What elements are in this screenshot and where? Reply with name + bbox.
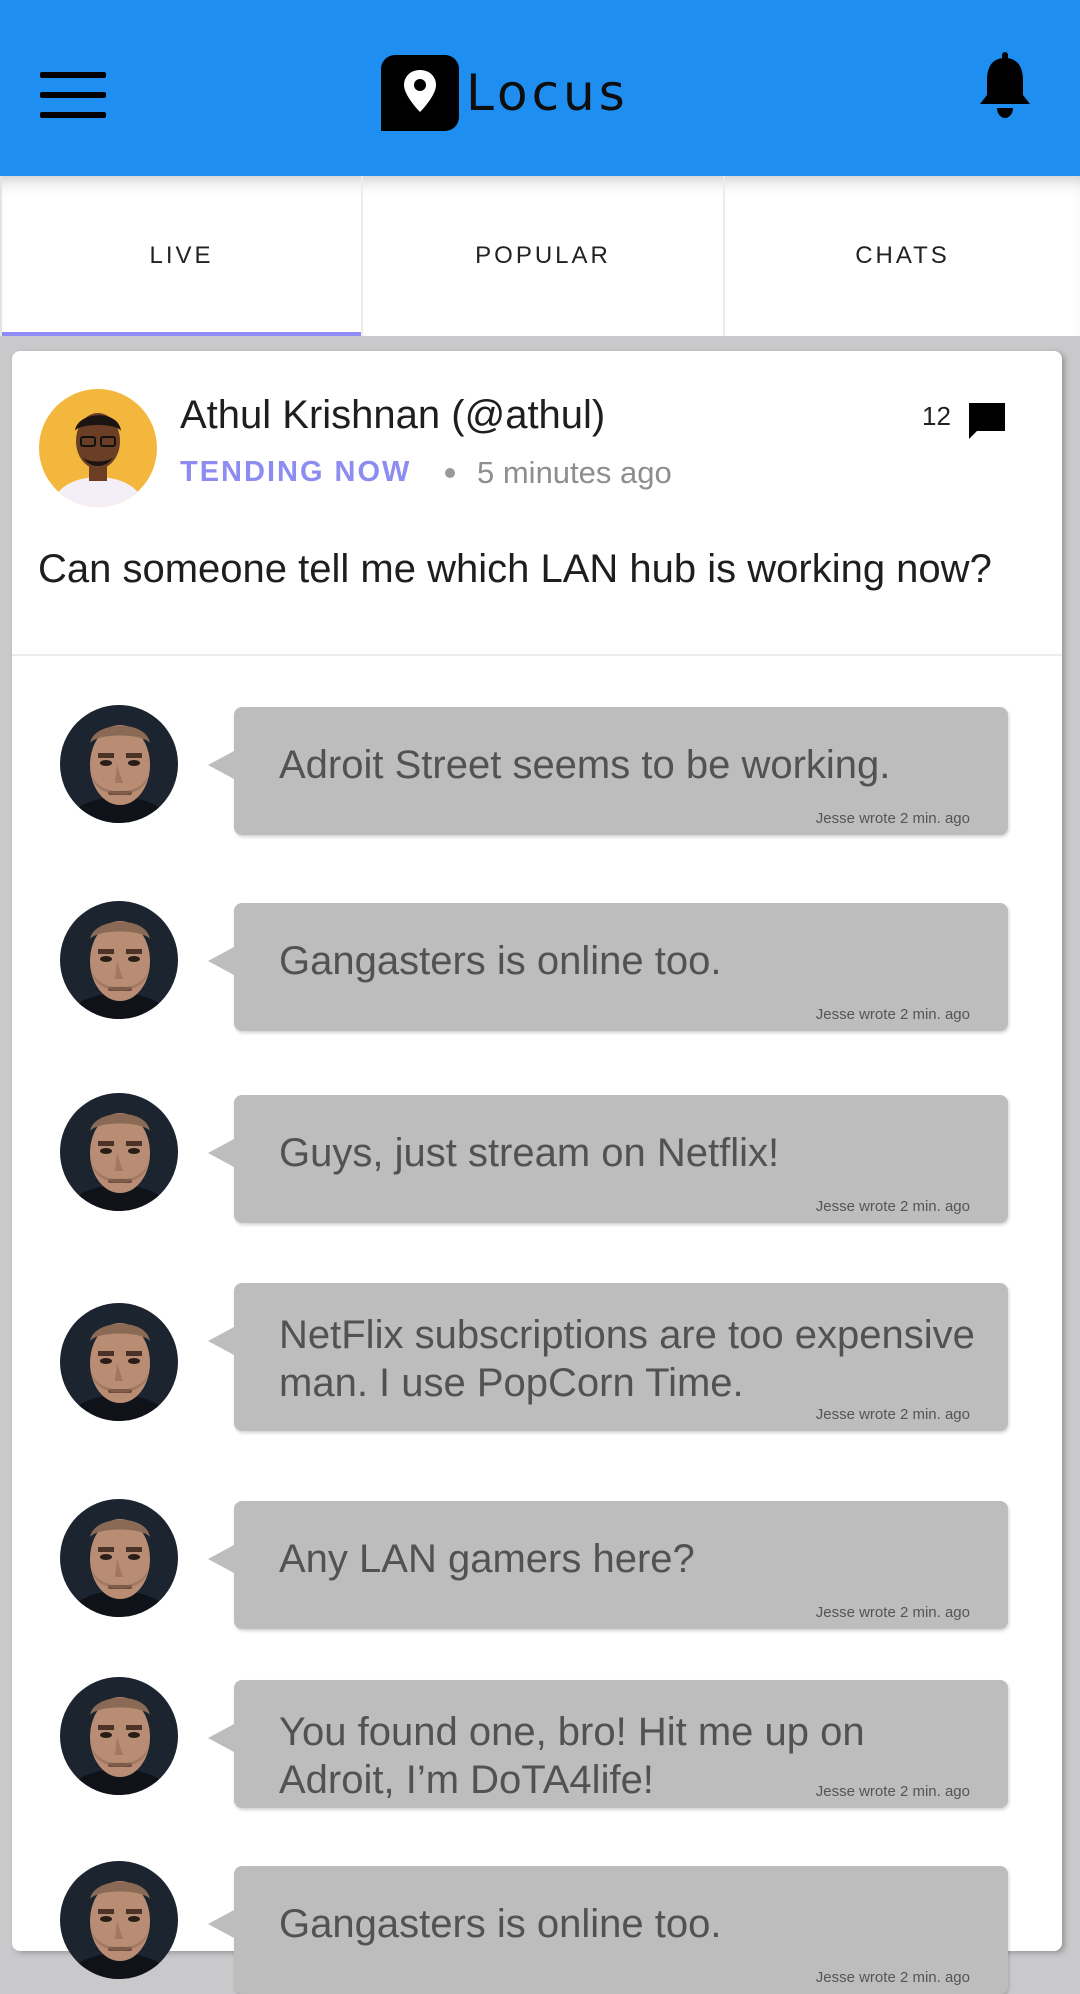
commenter-avatar[interactable] [60, 1677, 178, 1795]
comment-text: NetFlix subscriptions are too expensive … [279, 1313, 975, 1405]
comment-item: Guys, just stream on Netflix! Jesse wrot… [12, 1093, 1062, 1223]
app-header: Locus [0, 0, 1080, 176]
map-pin-chat-icon [381, 55, 459, 131]
divider [12, 654, 1062, 656]
comment-meta: Jesse wrote 2 min. ago [815, 1604, 970, 1621]
post-text: Can someone tell me which LAN hub is wor… [38, 547, 992, 591]
author-avatar[interactable] [39, 389, 157, 507]
comment-text: Guys, just stream on Netflix! [279, 1131, 780, 1175]
comment-meta: Jesse wrote 2 min. ago [815, 1783, 970, 1800]
commenter-avatar[interactable] [60, 1861, 178, 1979]
comment-meta: Jesse wrote 2 min. ago [815, 1198, 970, 1215]
comment-bubble-icon[interactable] [967, 401, 1007, 441]
comment-bubble[interactable]: Guys, just stream on Netflix! Jesse wrot… [208, 1095, 1008, 1223]
post-card: Athul Krishnan (@athul) TENDING NOW 5 mi… [12, 351, 1062, 1994]
comment-item: Gangasters is online too. Jesse wrote 2 … [12, 1861, 1062, 1994]
comment-meta: Jesse wrote 2 min. ago [815, 1969, 970, 1986]
tab-live[interactable]: LIVE [0, 176, 363, 336]
comment-bubble[interactable]: NetFlix subscriptions are too expensive … [208, 1283, 1008, 1431]
author-name[interactable]: Athul Krishnan (@athul) [180, 393, 605, 438]
separator-dot [445, 468, 455, 478]
bell-icon[interactable] [978, 52, 1032, 118]
comment-bubble[interactable]: Gangasters is online too. Jesse wrote 2 … [208, 1866, 1008, 1994]
comment-item: NetFlix subscriptions are too expensive … [12, 1283, 1062, 1433]
post-timestamp: 5 minutes ago [477, 455, 672, 490]
comment-bubble[interactable]: Any LAN gamers here? Jesse wrote 2 min. … [208, 1501, 1008, 1629]
commenter-avatar[interactable] [60, 901, 178, 1019]
comment-meta: Jesse wrote 2 min. ago [815, 810, 970, 827]
trending-badge: TENDING NOW [180, 456, 412, 488]
comment-text: Gangasters is online too. [279, 1902, 722, 1946]
comment-meta: Jesse wrote 2 min. ago [815, 1006, 970, 1023]
app-title: Locus [466, 64, 629, 122]
tab-popular[interactable]: POPULAR [363, 176, 725, 336]
tab-chats[interactable]: CHATS [725, 176, 1080, 336]
comment-count: 12 [922, 401, 951, 431]
comment-bubble[interactable]: Gangasters is online too. Jesse wrote 2 … [208, 903, 1008, 1031]
comment-text: Gangasters is online too. [279, 939, 722, 983]
comment-item: Any LAN gamers here? Jesse wrote 2 min. … [12, 1499, 1062, 1629]
commenter-avatar[interactable] [60, 1499, 178, 1617]
hamburger-menu-icon[interactable] [40, 72, 106, 118]
comment-text: Any LAN gamers here? [279, 1537, 695, 1581]
comment-item: Adroit Street seems to be working. Jesse… [12, 705, 1062, 835]
commenter-avatar[interactable] [60, 1303, 178, 1421]
comment-bubble[interactable]: You found one, bro! Hit me up on Adroit,… [208, 1680, 1008, 1808]
commenter-avatar[interactable] [60, 1093, 178, 1211]
comment-item: You found one, bro! Hit me up on Adroit,… [12, 1677, 1062, 1808]
commenter-avatar[interactable] [60, 705, 178, 823]
comment-item: Gangasters is online too. Jesse wrote 2 … [12, 901, 1062, 1031]
comment-text: Adroit Street seems to be working. [279, 743, 891, 787]
comment-bubble[interactable]: Adroit Street seems to be working. Jesse… [208, 707, 1008, 835]
tab-bar: LIVE POPULAR CHATS [0, 176, 1080, 336]
comment-meta: Jesse wrote 2 min. ago [815, 1406, 970, 1423]
